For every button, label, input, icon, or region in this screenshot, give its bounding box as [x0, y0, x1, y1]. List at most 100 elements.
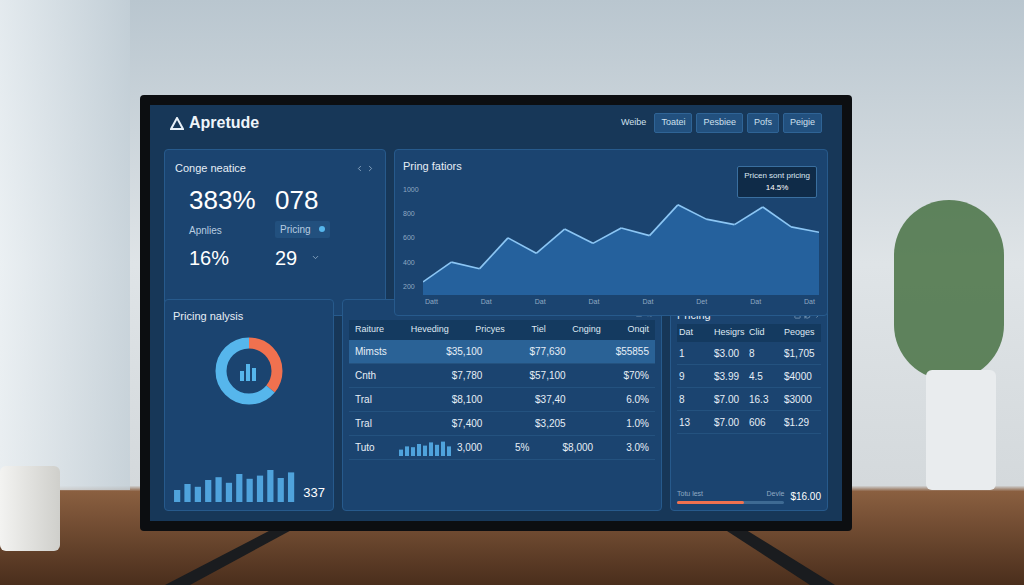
table-cell: 8	[749, 346, 784, 361]
table-cell: 606	[749, 415, 784, 430]
chevron-left-icon[interactable]	[355, 164, 364, 173]
count: 337	[303, 483, 325, 503]
table-cell: $37,40	[482, 392, 565, 407]
scene: Apretude Weibe ToateiPesbieePofsPeigie Cong…	[0, 0, 1024, 585]
nav-button[interactable]: Pesbiee	[696, 113, 743, 133]
table-cell: $8,000	[563, 440, 594, 455]
stat-value: 078	[275, 187, 361, 213]
table-cell: $35,100	[399, 344, 482, 359]
column-header: Peoges	[784, 326, 819, 340]
chevron-down-icon[interactable]	[311, 253, 320, 262]
column-header: Tiel	[531, 323, 545, 337]
pricing-row[interactable]: 13$7.00606$1.29	[677, 411, 821, 434]
toggle-dot	[319, 226, 325, 232]
logo[interactable]: Apretude	[170, 111, 259, 135]
footer-note: Devle	[767, 489, 785, 500]
table-cell: $3,205	[482, 416, 565, 431]
table-cell: $3.00	[714, 346, 749, 361]
nav-link[interactable]: Weibe	[617, 116, 650, 130]
column-header: Hesigrs	[714, 326, 749, 340]
table-header: RaitureHevedingPricyesTielCngingOnqit	[349, 320, 655, 340]
table-row[interactable]: Tral$7,400$3,2051.0%	[349, 412, 655, 436]
table-row[interactable]: Tuto3,0005%$8,0003.0%	[349, 436, 655, 460]
progress-fill	[677, 501, 744, 504]
summary-card: Conge neatice383%078ApnliesPricing16%29	[164, 149, 386, 316]
tooltip-value: 14.5%	[744, 182, 810, 194]
data-table-card: RaitureHevedingPricyesTielCngingOnqitMim…	[342, 299, 662, 511]
window-pane	[0, 0, 130, 490]
row-bar-chart	[399, 440, 453, 456]
bar-chart	[173, 468, 297, 502]
table-row[interactable]: Cnth$7,780$57,100$70%	[349, 364, 655, 388]
table-cell: 16.3	[749, 392, 784, 407]
y-tick: 600	[403, 233, 419, 244]
y-tick: 200	[403, 282, 419, 293]
stat-value: 16%	[189, 248, 275, 268]
monitor: Apretude Weibe ToateiPesbieePofsPeigie Cong…	[140, 95, 852, 531]
row-label: Mimsts	[355, 344, 399, 359]
nav-button[interactable]: Pofs	[747, 113, 779, 133]
stat-value: 29	[275, 248, 297, 268]
row-label: Cnth	[355, 368, 399, 383]
pricing-row[interactable]: 8$7.0016.3$3000	[677, 388, 821, 411]
tooltip-label: Pricen sont pricing	[744, 170, 810, 182]
pricing-footer: Totu lestDevle$16.00	[677, 489, 821, 505]
x-label: Dat	[642, 297, 653, 308]
y-axis: 1000800600400200	[403, 185, 419, 295]
table-cell: 4.5	[749, 369, 784, 384]
column-header: Raiture	[355, 323, 384, 337]
x-label: Dat	[589, 297, 600, 308]
table-cell: $77,630	[482, 344, 565, 359]
table-cell: 13	[679, 415, 714, 430]
x-label: Datt	[425, 297, 438, 308]
table-cell: $7.00	[714, 392, 749, 407]
donut-chart	[209, 331, 289, 411]
nav-button[interactable]: Toatei	[654, 113, 692, 133]
table-cell: $7.00	[714, 415, 749, 430]
y-tick: 1000	[403, 185, 419, 196]
table-cell: 9	[679, 369, 714, 384]
stat-toggle[interactable]: Pricing	[275, 221, 330, 238]
x-label: Dat	[481, 297, 492, 308]
table-cell: $8,100	[399, 392, 482, 407]
table-cell: 5%	[515, 440, 529, 455]
trend-chart-card: Pring fatiors1000800600400200DattDatDatD…	[394, 149, 828, 316]
table-row[interactable]: Mimsts$35,100$77,630$55855	[349, 340, 655, 364]
table-cell: 8	[679, 392, 714, 407]
table-cell: 3.0%	[626, 440, 649, 455]
x-label: Dat	[535, 297, 546, 308]
table-cell: $1.29	[784, 415, 819, 430]
plant	[894, 200, 1004, 380]
table-cell: $4000	[784, 369, 819, 384]
table-cell: 6.0%	[566, 392, 649, 407]
x-label: Dat	[804, 297, 815, 308]
logo-text: Apretude	[189, 111, 259, 135]
nav-button[interactable]: Peigie	[783, 113, 822, 133]
triangle-logo-icon	[170, 117, 184, 130]
app-header: Apretude Weibe ToateiPesbieePofsPeigie	[164, 105, 828, 141]
stat-value: 383%	[189, 187, 275, 213]
table-cell: $7,400	[399, 416, 482, 431]
pricing-row[interactable]: 9$3.994.5$4000	[677, 365, 821, 388]
planter	[926, 370, 996, 490]
column-header: Heveding	[411, 323, 449, 337]
nav: Weibe ToateiPesbieePofsPeigie	[617, 113, 822, 133]
table-cell: $55855	[566, 344, 649, 359]
pricing-row[interactable]: 1$3.008$1,705	[677, 342, 821, 365]
row-label: Tral	[355, 416, 399, 431]
column-header: Clid	[749, 326, 784, 340]
progress-track	[677, 501, 784, 504]
chart-tooltip: Pricen sont pricing14.5%	[737, 166, 817, 198]
x-label: Dat	[750, 297, 761, 308]
table-cell: 1	[679, 346, 714, 361]
column-header: Pricyes	[475, 323, 505, 337]
card-title: Pricing nalysis	[173, 308, 325, 325]
pricing-card: PricingDatHesigrsClidPeoges1$3.008$1,705…	[670, 299, 828, 511]
pricing-header: DatHesigrsClidPeoges	[677, 324, 821, 342]
table-row[interactable]: Tral$8,100$37,406.0%	[349, 388, 655, 412]
row-label: Tuto	[355, 440, 399, 455]
table-cell: 1.0%	[566, 416, 649, 431]
dashboard-screen: Apretude Weibe ToateiPesbieePofsPeigie Cong…	[150, 105, 842, 521]
chevron-right-icon[interactable]	[366, 164, 375, 173]
table-cell: $1,705	[784, 346, 819, 361]
